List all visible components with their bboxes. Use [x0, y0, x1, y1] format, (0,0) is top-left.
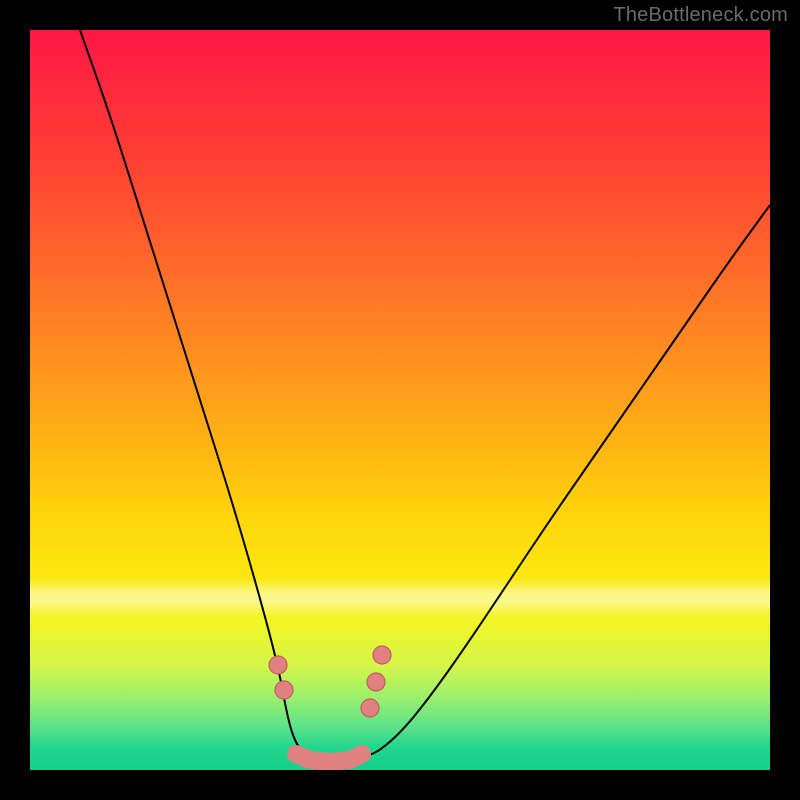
data-markers [269, 646, 391, 717]
marker-dot [269, 656, 287, 674]
chart-frame: TheBottleneck.com [0, 0, 800, 800]
left-curve [80, 30, 305, 754]
right-curve [362, 205, 770, 755]
marker-dot [367, 673, 385, 691]
watermark-text: TheBottleneck.com [613, 4, 788, 27]
marker-dot [373, 646, 391, 664]
valley-bottom [296, 754, 362, 762]
chart-svg [30, 30, 770, 770]
marker-dot [275, 681, 293, 699]
marker-dot [361, 699, 379, 717]
plot-area [30, 30, 770, 770]
